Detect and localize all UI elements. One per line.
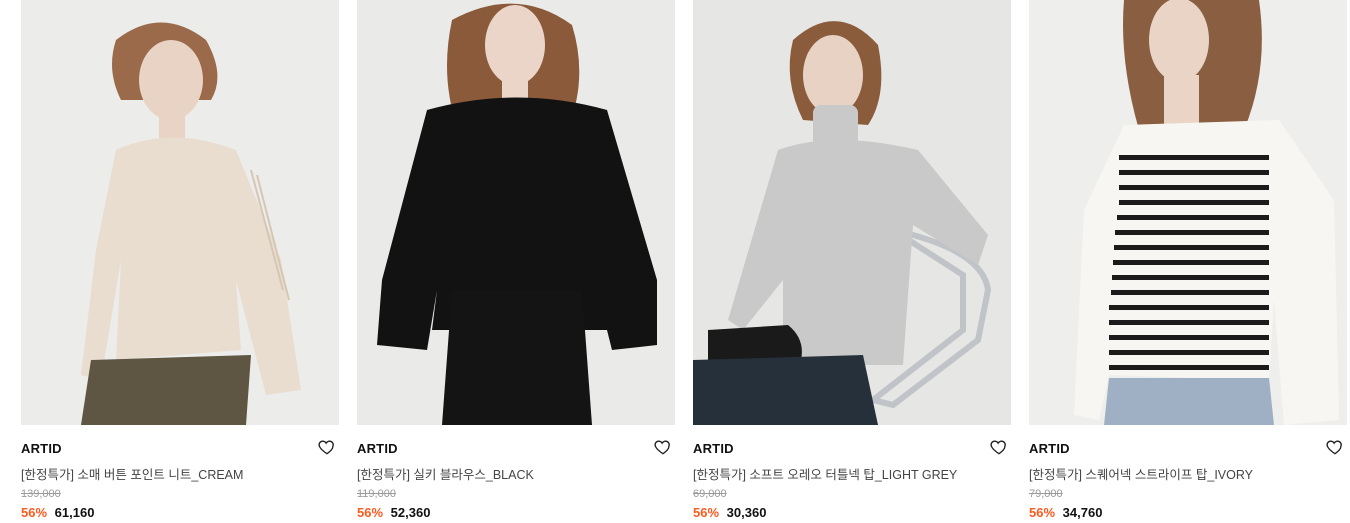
heart-icon[interactable] — [653, 437, 673, 457]
product-brand: ARTID — [357, 441, 398, 456]
product-grid: ARTID [한정특가] 소매 버튼 포인트 니트_CREAM 139,000 … — [0, 0, 1350, 523]
product-card[interactable]: ARTID [한정특가] 소매 버튼 포인트 니트_CREAM 139,000 … — [21, 0, 339, 523]
sale-price: 30,360 — [726, 505, 767, 520]
original-price: 79,000 — [1029, 488, 1063, 500]
product-brand: ARTID — [21, 441, 62, 456]
product-name[interactable]: [한정특가] 소프트 오레오 터틀넥 탑_LIGHT GREY — [693, 464, 993, 483]
product-card[interactable]: ARTID [한정특가] 소프트 오레오 터틀넥 탑_LIGHT GREY 69… — [693, 0, 1011, 523]
product-image[interactable] — [357, 0, 675, 425]
discount-rate: 56% — [357, 505, 384, 520]
product-name[interactable]: [한정특가] 소매 버튼 포인트 니트_CREAM — [21, 464, 321, 483]
sale-price: 52,360 — [390, 505, 431, 520]
sale-price: 34,760 — [1062, 505, 1103, 520]
product-photo-stripe-top-ivory — [1029, 0, 1347, 425]
discount-rate: 56% — [21, 505, 48, 520]
product-brand: ARTID — [1029, 441, 1070, 456]
product-name[interactable]: [한정특가] 실키 블라우스_BLACK — [357, 464, 657, 483]
price-line: 56% 34,760 — [1029, 505, 1102, 520]
product-image[interactable] — [1029, 0, 1347, 425]
discount-rate: 56% — [693, 505, 720, 520]
product-photo-knit-cream — [21, 0, 339, 425]
product-photo-turtleneck-grey — [693, 0, 1011, 425]
product-card[interactable]: ARTID [한정특가] 실키 블라우스_BLACK 119,000 56% 5… — [357, 0, 675, 523]
product-name[interactable]: [한정특가] 스퀘어넥 스트라이프 탑_IVORY — [1029, 464, 1329, 483]
product-image[interactable] — [21, 0, 339, 425]
stripes — [1109, 155, 1269, 370]
original-price: 139,000 — [21, 488, 61, 500]
discount-rate: 56% — [1029, 505, 1056, 520]
price-line: 56% 52,360 — [357, 505, 430, 520]
product-brand: ARTID — [693, 441, 734, 456]
heart-icon[interactable] — [1325, 437, 1345, 457]
original-price: 119,000 — [357, 488, 396, 500]
product-image[interactable] — [693, 0, 1011, 425]
sale-price: 61,160 — [54, 505, 95, 520]
product-photo-blouse-black — [357, 0, 675, 425]
heart-icon[interactable] — [317, 437, 337, 457]
price-line: 56% 30,360 — [693, 505, 766, 520]
heart-icon[interactable] — [989, 437, 1009, 457]
original-price: 69,000 — [693, 488, 727, 500]
product-card[interactable]: ARTID [한정특가] 스퀘어넥 스트라이프 탑_IVORY 79,000 5… — [1029, 0, 1347, 523]
price-line: 56% 61,160 — [21, 505, 94, 520]
